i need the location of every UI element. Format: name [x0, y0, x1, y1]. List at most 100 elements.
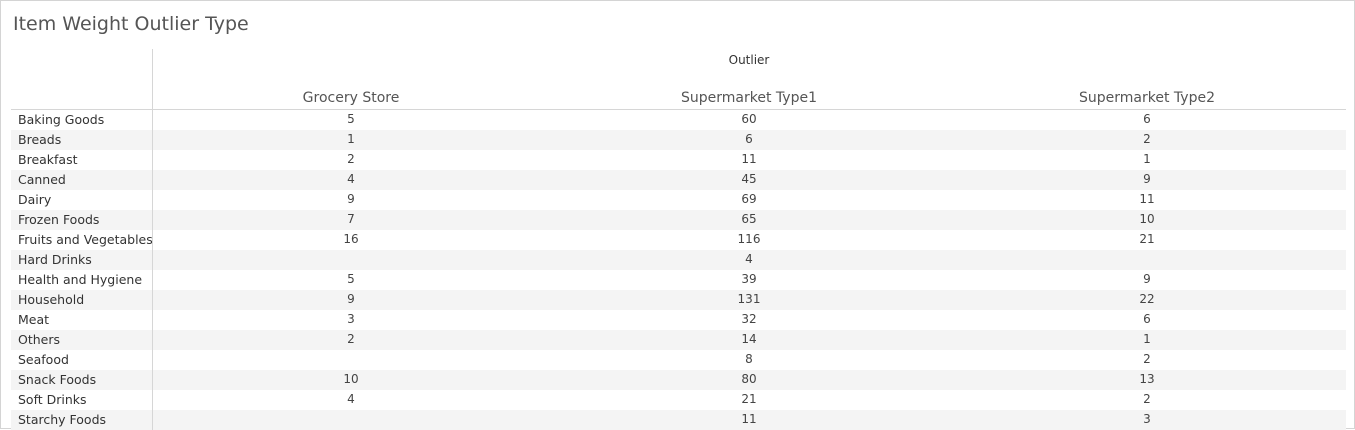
row-label: Others [18, 332, 61, 347]
table-cell: 9 [1143, 172, 1151, 186]
row-label-divider [152, 130, 153, 150]
table-cell: 9 [347, 292, 355, 306]
table-cell: 2 [1143, 352, 1151, 366]
table-cell: 11 [741, 152, 757, 166]
table-cell: 1 [347, 132, 355, 146]
row-label: Snack Foods [18, 372, 97, 387]
table-cell: 65 [741, 212, 757, 226]
row-label: Canned [18, 172, 66, 187]
table-cell: 10 [1139, 212, 1155, 226]
row-label-divider [152, 310, 153, 330]
table-cell: 22 [1139, 292, 1155, 306]
row-label-divider [152, 270, 153, 290]
table-cell: 116 [737, 232, 761, 246]
row-label: Health and Hygiene [18, 272, 143, 287]
table-cell: 13 [1139, 372, 1155, 386]
column-header-area: Outlier Grocery Store Supermarket Type1 Su… [153, 49, 1345, 109]
row-label: Starchy Foods [18, 412, 107, 427]
row-label-divider [152, 390, 153, 410]
table-cell: 4 [745, 252, 753, 266]
table-cell: 9 [347, 192, 355, 206]
row-label-divider [152, 230, 153, 250]
column-header: Supermarket Type1 [681, 90, 817, 106]
row-label: Hard Drinks [18, 252, 92, 267]
table-row: Health and Hygiene 5 39 9 [11, 270, 1346, 290]
row-label-divider [152, 170, 153, 190]
table-row: Frozen Foods 7 65 10 [11, 210, 1346, 230]
table-row: Seafood 8 2 [11, 350, 1346, 370]
table-row: Soft Drinks 4 21 2 [11, 390, 1346, 410]
table-cell: 9 [1143, 272, 1151, 286]
table-cell: 131 [737, 292, 761, 306]
row-label: Breads [18, 132, 62, 147]
row-label-divider [152, 250, 153, 270]
table-cell: 14 [741, 332, 757, 346]
row-label-divider [152, 150, 153, 170]
table-row: Canned 4 45 9 [11, 170, 1346, 190]
row-label: Breakfast [18, 152, 78, 167]
table-cell: 8 [745, 352, 753, 366]
chart-title: Item Weight Outlier Type [13, 13, 249, 35]
table-cell: 16 [343, 232, 359, 246]
table-row: Baking Goods 5 60 6 [11, 110, 1346, 130]
row-label-divider [152, 410, 153, 430]
table-cell: 45 [741, 172, 757, 186]
table-cell: 5 [347, 112, 355, 126]
column-header: Grocery Store [302, 90, 400, 106]
table-cell: 4 [347, 392, 355, 406]
table-cell: 1 [1143, 152, 1151, 166]
table-cell: 2 [347, 332, 355, 346]
table-cell: 11 [1139, 192, 1155, 206]
table-cell: 6 [745, 132, 753, 146]
row-label-divider [152, 290, 153, 310]
table-row: Snack Foods 10 80 13 [11, 370, 1346, 390]
table-cell: 3 [347, 312, 355, 326]
table-cell: 6 [1143, 112, 1151, 126]
chart-frame: Item Weight Outlier Type Outlier Grocery… [0, 0, 1355, 430]
table-cell: 10 [343, 372, 359, 386]
row-label: Soft Drinks [18, 392, 87, 407]
row-label-divider [152, 330, 153, 350]
column-group-label: Outlier [728, 53, 770, 67]
row-label-divider [152, 110, 153, 130]
table-cell: 2 [1143, 132, 1151, 146]
table-cell: 69 [741, 192, 757, 206]
table-cell: 5 [347, 272, 355, 286]
row-label: Fruits and Vegetables [18, 232, 153, 247]
table-row: Others 2 14 1 [11, 330, 1346, 350]
row-label: Frozen Foods [18, 212, 100, 227]
table-row: Household 9 131 22 [11, 290, 1346, 310]
row-label: Seafood [18, 352, 69, 367]
row-label-divider [152, 350, 153, 370]
table-cell: 11 [741, 412, 757, 426]
table-cell: 21 [1139, 232, 1155, 246]
table-row: Breads 1 6 2 [11, 130, 1346, 150]
table-row: Hard Drinks 4 [11, 250, 1346, 270]
table-row: Starchy Foods 11 3 [11, 410, 1346, 430]
table-cell: 39 [741, 272, 757, 286]
table-cell: 2 [1143, 392, 1151, 406]
row-label: Household [18, 292, 85, 307]
row-label: Dairy [18, 192, 52, 207]
table-cell: 4 [347, 172, 355, 186]
table-cell: 1 [1143, 332, 1151, 346]
table-row: Breakfast 2 11 1 [11, 150, 1346, 170]
table-row: Fruits and Vegetables 16 116 21 [11, 230, 1346, 250]
table-row: Dairy 9 69 11 [11, 190, 1346, 210]
table-cell: 3 [1143, 412, 1151, 426]
table-cell: 60 [741, 112, 757, 126]
table-row: Meat 3 32 6 [11, 310, 1346, 330]
table-body: Baking Goods 5 60 6 Breads 1 6 2 Breakfast 2 11 1 Ca… [11, 110, 1346, 430]
row-label-divider [152, 190, 153, 210]
row-label: Baking Goods [18, 112, 105, 127]
table-cell: 21 [741, 392, 757, 406]
column-header: Supermarket Type2 [1079, 90, 1215, 106]
table-cell: 80 [741, 372, 757, 386]
table-cell: 32 [741, 312, 757, 326]
row-label-divider [152, 210, 153, 230]
table-cell: 7 [347, 212, 355, 226]
table-cell: 2 [347, 152, 355, 166]
row-label: Meat [18, 312, 50, 327]
row-label-divider [152, 370, 153, 390]
table-cell: 6 [1143, 312, 1151, 326]
